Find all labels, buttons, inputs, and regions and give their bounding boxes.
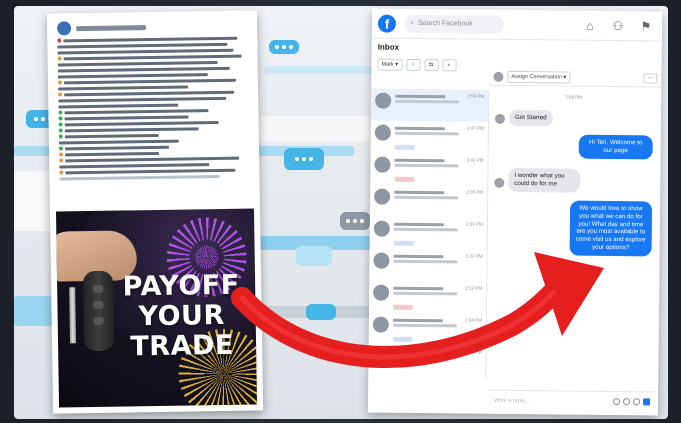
facebook-inbox-panel: f ⌕ Search Facebook ⌂ ⚇ ⚑ Inbox Mark ▾ +…	[367, 8, 663, 416]
flag-icon[interactable]: ⚑	[636, 16, 656, 36]
like-icon[interactable]	[642, 398, 651, 406]
facebook-ad-post[interactable]: PAYOFF YOUR TRADE	[46, 10, 264, 414]
facebook-top-bar: f ⌕ Search Facebook ⌂ ⚇ ⚑	[371, 8, 663, 42]
page-avatar	[56, 21, 72, 36]
list-item[interactable]: 2:04 PM	[369, 312, 486, 345]
message-page: We would love to show you what we can do…	[569, 200, 653, 257]
ad-image: PAYOFF YOUR TRADE	[55, 208, 258, 408]
composer-placeholder: Write a reply...	[493, 397, 530, 404]
list-item[interactable]: 2:59 PM	[370, 88, 489, 122]
chat-bubble-decor	[340, 212, 370, 230]
search-icon[interactable]: ⌕	[442, 59, 457, 72]
assign-conversation-dropdown[interactable]: Assign Conversation ▾	[507, 70, 571, 84]
people-icon[interactable]: ⚇	[608, 15, 628, 35]
bg-stripe	[14, 296, 54, 326]
list-item[interactable]: 2:12 PM	[369, 280, 486, 313]
attach-icon[interactable]	[612, 398, 621, 406]
chat-bubble-decor	[284, 148, 324, 170]
ad-headline: PAYOFF YOUR TRADE	[122, 269, 240, 363]
list-item[interactable]: 2:41 PM	[370, 152, 487, 185]
conversation-header: Assign Conversation ▾ ···	[489, 67, 662, 88]
chat-timestamp: 2:59 PM	[565, 94, 582, 100]
list-item[interactable]: 2:31 PM	[370, 216, 487, 249]
emoji-icon[interactable]	[622, 398, 631, 406]
gif-icon[interactable]	[632, 398, 641, 406]
facebook-logo-icon[interactable]: f	[377, 14, 397, 33]
filter-icon[interactable]: ⇆	[424, 59, 439, 72]
list-item[interactable]: 1:56 PM	[368, 344, 485, 377]
message-customer: I wonder what you could do for me	[508, 167, 581, 193]
chat-bubble-decor	[269, 40, 299, 54]
search-icon: ⌕	[409, 19, 414, 27]
bg-stripe	[264, 66, 374, 74]
list-item[interactable]: 2:36 PM	[370, 184, 487, 217]
promo-scene: PAYOFF YOUR TRADE f ⌕ Search Facebook ⌂ …	[14, 6, 668, 419]
chat-bubble-decor	[306, 304, 336, 320]
reply-composer[interactable]: Write a reply...	[487, 389, 657, 412]
add-icon[interactable]: +	[406, 58, 421, 71]
message-page: Hi Teri, Welcome to our page	[578, 134, 653, 160]
home-icon[interactable]: ⌂	[580, 15, 600, 35]
search-placeholder: Search Facebook	[417, 19, 473, 28]
chat-thread: 2:59 PM Got Started Hi Teri, Welcome to …	[488, 90, 659, 392]
list-item[interactable]: 2:22 PM	[369, 248, 486, 281]
avatar	[493, 71, 504, 82]
search-input[interactable]: ⌕ Search Facebook	[403, 14, 505, 34]
ad-post-text	[56, 19, 252, 214]
mark-dropdown[interactable]: Mark ▾	[377, 58, 403, 71]
chat-bubble-decor	[296, 246, 332, 266]
page-name-blurred	[76, 24, 147, 31]
list-item[interactable]: 2:47 PM	[371, 120, 488, 153]
more-icon[interactable]: ···	[643, 72, 658, 83]
key-blade	[69, 287, 77, 344]
message-customer: Got Started	[508, 109, 553, 127]
conversation-list: 2:59 PM 2:47 PM 2:41 PM 2:36 PM 2:31 PM …	[368, 88, 490, 380]
